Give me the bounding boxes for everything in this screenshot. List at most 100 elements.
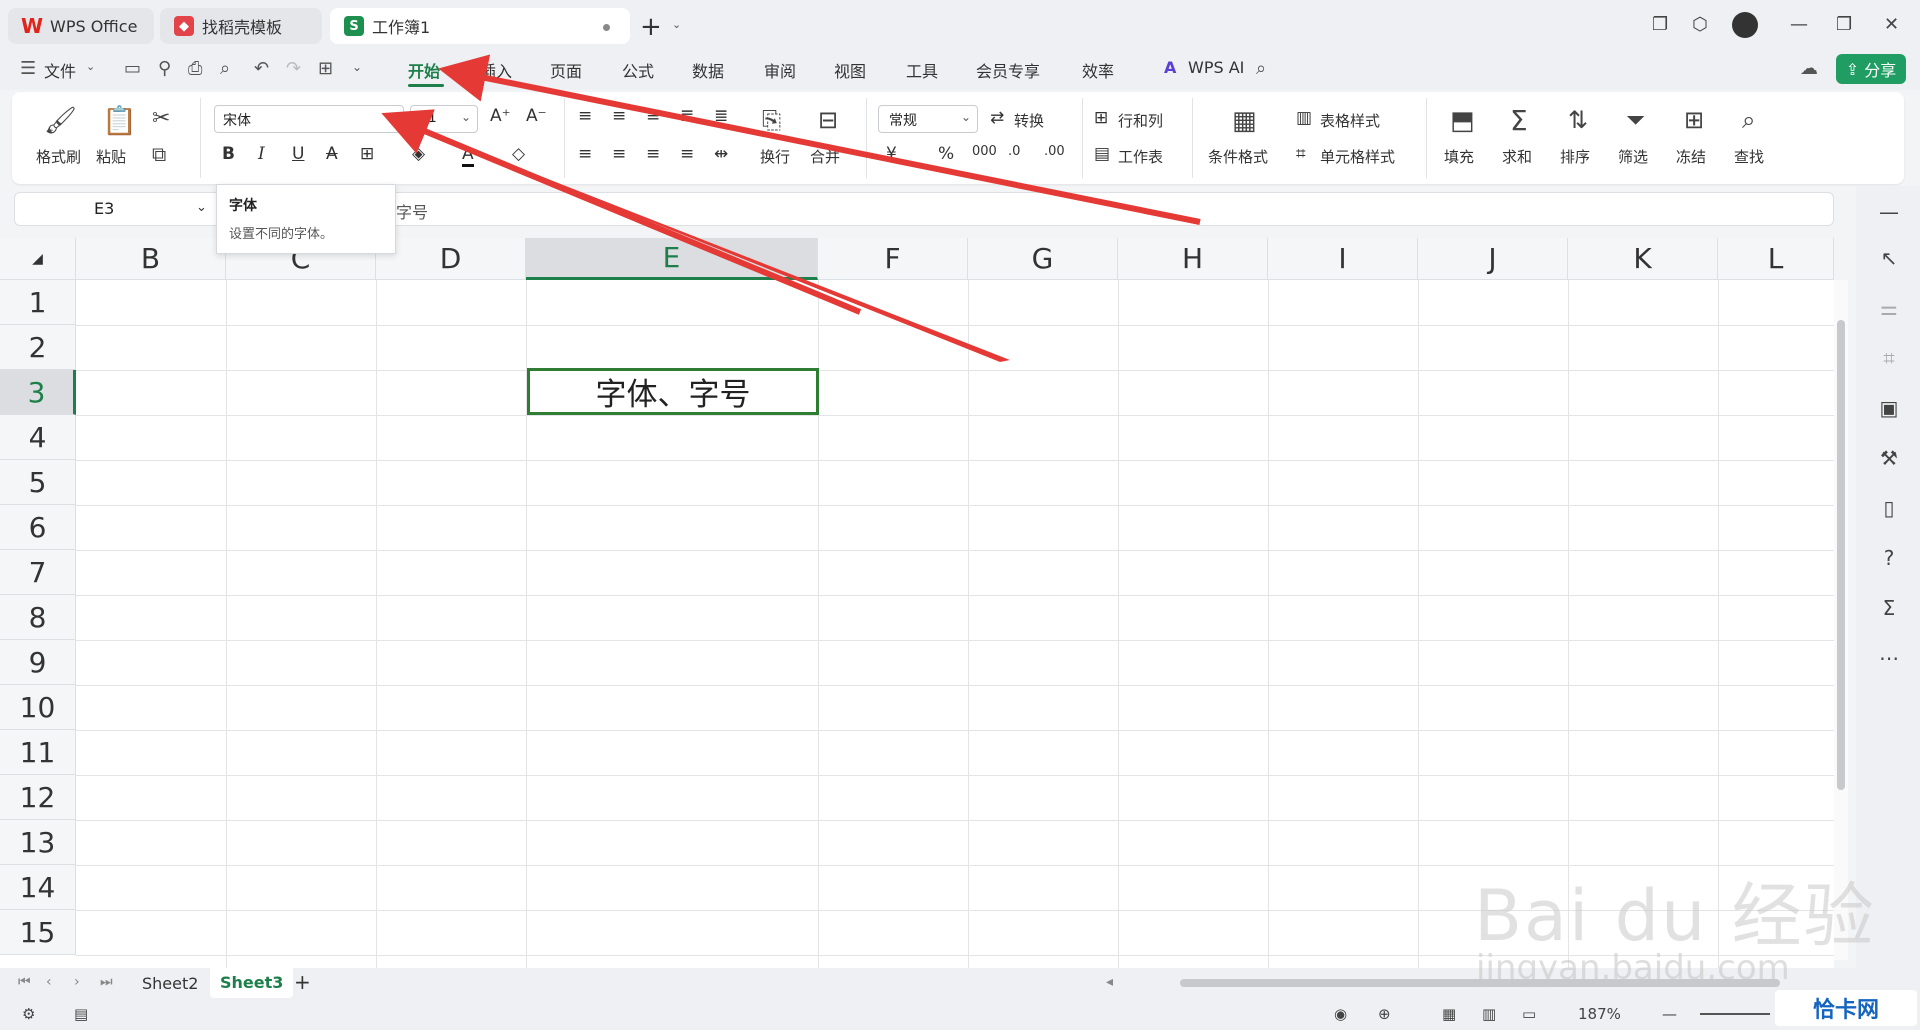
increase-font-icon[interactable]: A⁺ — [490, 106, 511, 126]
share-button[interactable]: ⇪ 分享 — [1836, 54, 1906, 84]
menu-tools[interactable]: 工具 — [906, 58, 938, 82]
new-doc-icon[interactable]: ⊞ — [318, 58, 333, 79]
sum-icon[interactable]: Σ — [1510, 104, 1528, 137]
close-icon[interactable]: ✕ — [1884, 14, 1899, 35]
undo-icon[interactable]: ↶ — [254, 58, 269, 79]
row-col-button[interactable]: 行和列 — [1118, 110, 1163, 131]
page-layout-icon[interactable]: ▥ — [1482, 1005, 1496, 1023]
chevron-down-icon[interactable]: ⌄ — [961, 110, 971, 124]
percent-icon[interactable]: % — [938, 144, 954, 164]
collapse-icon[interactable]: — — [1874, 200, 1904, 224]
chevron-down-icon[interactable]: ⌄ — [196, 200, 207, 215]
menu-formula[interactable]: 公式 — [622, 58, 654, 82]
row-header-5[interactable]: 5 — [0, 460, 76, 505]
save-icon[interactable]: ▭ — [124, 58, 141, 79]
zoom-out-icon[interactable]: — — [1662, 1005, 1677, 1023]
worksheet-button[interactable]: 工作表 — [1118, 146, 1163, 167]
fill-icon[interactable]: ⬒ — [1450, 106, 1475, 136]
wrap-button[interactable]: 换行 — [760, 146, 790, 167]
convert-button[interactable]: 转换 — [1014, 110, 1044, 131]
menu-efficiency[interactable]: 效率 — [1082, 58, 1114, 82]
tab-template[interactable]: ◆ 找稻壳模板 — [160, 8, 322, 44]
menu-page[interactable]: 页面 — [550, 58, 582, 82]
font-name-select[interactable]: 宋体 ⌄ — [214, 105, 404, 133]
format-painter-icon[interactable]: 🖌 — [44, 106, 77, 136]
align-left-icon[interactable]: ≡ — [578, 144, 592, 164]
freeze-icon[interactable]: ⊞ — [1684, 106, 1704, 134]
menu-review[interactable]: 审阅 — [764, 58, 796, 82]
cell-style-icon[interactable]: ⌗ — [1296, 144, 1306, 164]
table-style-button[interactable]: 表格样式 — [1320, 110, 1380, 131]
decrease-font-icon[interactable]: A⁻ — [526, 106, 547, 126]
print-preview-icon[interactable]: ⌕ — [220, 58, 230, 79]
normal-view-icon[interactable]: ▦ — [1442, 1005, 1456, 1023]
crop-icon[interactable]: ⌗ — [1874, 346, 1904, 370]
align-right-icon[interactable]: ≡ — [646, 144, 660, 164]
macro-icon[interactable]: ⚙ — [22, 1005, 35, 1023]
formula-content[interactable]: 字号 — [396, 199, 428, 223]
find-button[interactable]: 查找 — [1734, 146, 1764, 167]
cloud-upload-icon[interactable]: ☁ — [1800, 58, 1818, 79]
row-header-6[interactable]: 6 — [0, 505, 76, 550]
merge-icon[interactable]: ⊟ — [818, 106, 838, 134]
worksheet-icon[interactable]: ▤ — [1094, 144, 1110, 164]
page-break-icon[interactable]: ▭ — [1522, 1005, 1536, 1023]
row-header-12[interactable]: 12 — [0, 775, 76, 820]
conditional-format-icon[interactable]: ▦ — [1232, 106, 1257, 136]
chevron-down-icon[interactable]: ⌄ — [352, 60, 362, 74]
pointer-icon[interactable]: ↖ — [1874, 246, 1904, 270]
tools-icon[interactable]: ⚒ — [1874, 446, 1904, 470]
chevron-down-icon[interactable]: ⌄ — [461, 110, 471, 124]
column-header-i[interactable]: I — [1268, 238, 1418, 280]
menu-file[interactable]: 文件 — [44, 58, 76, 82]
italic-icon[interactable]: I — [258, 144, 265, 164]
wrap-text-icon[interactable]: ⎘ — [762, 106, 781, 134]
number-format-select[interactable]: 常规 ⌄ — [878, 105, 978, 133]
scroll-left-icon[interactable]: ◂ — [1106, 974, 1113, 990]
cut-icon[interactable]: ✂ — [152, 106, 170, 131]
column-header-k[interactable]: K — [1568, 238, 1718, 280]
column-header-h[interactable]: H — [1118, 238, 1268, 280]
hamburger-icon[interactable]: ☰ — [20, 58, 36, 79]
menu-member[interactable]: 会员专享 — [976, 58, 1040, 82]
unsaved-dot-icon[interactable] — [603, 24, 610, 31]
filter-icon[interactable]: ⏷ — [1626, 106, 1645, 134]
vertical-scrollbar[interactable] — [1834, 280, 1848, 960]
thousands-icon[interactable]: 000 — [972, 144, 997, 159]
next-sheet-icon[interactable]: › — [74, 974, 80, 990]
conditional-format-button[interactable]: 条件格式 — [1208, 146, 1268, 167]
tab-workbook[interactable]: S 工作簿1 — [330, 8, 630, 44]
strikethrough-icon[interactable]: A — [326, 144, 338, 164]
column-header-f[interactable]: F — [818, 238, 968, 280]
row-header-10[interactable]: 10 — [0, 685, 76, 730]
page-icon[interactable]: ▤ — [74, 1005, 88, 1023]
paste-button[interactable]: 粘贴 — [96, 146, 126, 167]
first-sheet-icon[interactable]: ⏮ — [18, 974, 31, 990]
fill-button[interactable]: 填充 — [1444, 146, 1474, 167]
format-painter-button[interactable]: 格式刷 — [36, 146, 81, 167]
sort-button[interactable]: 排序 — [1560, 146, 1590, 167]
justify-icon[interactable]: ≡ — [680, 144, 694, 164]
avatar[interactable] — [1732, 12, 1758, 38]
align-bottom-icon[interactable]: ≡ — [646, 106, 660, 126]
indent-icon[interactable]: ≣ — [680, 106, 694, 126]
sort-icon[interactable]: ⇅ — [1568, 106, 1588, 134]
row-header-15[interactable]: 15 — [0, 910, 76, 955]
row-header-1[interactable]: 1 — [0, 280, 76, 325]
decrease-decimal-icon[interactable]: .00 — [1044, 144, 1065, 159]
find-icon[interactable]: ⌕ — [1742, 106, 1755, 134]
cell-style-button[interactable]: 单元格样式 — [1320, 146, 1395, 167]
eye-icon[interactable]: ◉ — [1334, 1005, 1347, 1023]
menu-wps-ai[interactable]: WPS AI — [1188, 58, 1244, 77]
chevron-down-icon[interactable]: ⌄ — [86, 60, 95, 73]
redo-icon[interactable]: ↷ — [286, 58, 301, 79]
more-icon[interactable]: ⋯ — [1874, 646, 1904, 670]
new-tab-button[interactable]: + — [640, 12, 662, 42]
menu-insert[interactable]: 插入 — [480, 58, 512, 82]
menu-home[interactable]: 开始 — [408, 58, 440, 82]
column-header-g[interactable]: G — [968, 238, 1118, 280]
row-col-icon[interactable]: ⊞ — [1094, 108, 1108, 128]
sheet-tab-sheet2[interactable]: Sheet2 — [142, 974, 198, 993]
sheet-tab-sheet3[interactable]: Sheet3 — [210, 968, 294, 998]
minimize-icon[interactable]: — — [1790, 14, 1808, 35]
